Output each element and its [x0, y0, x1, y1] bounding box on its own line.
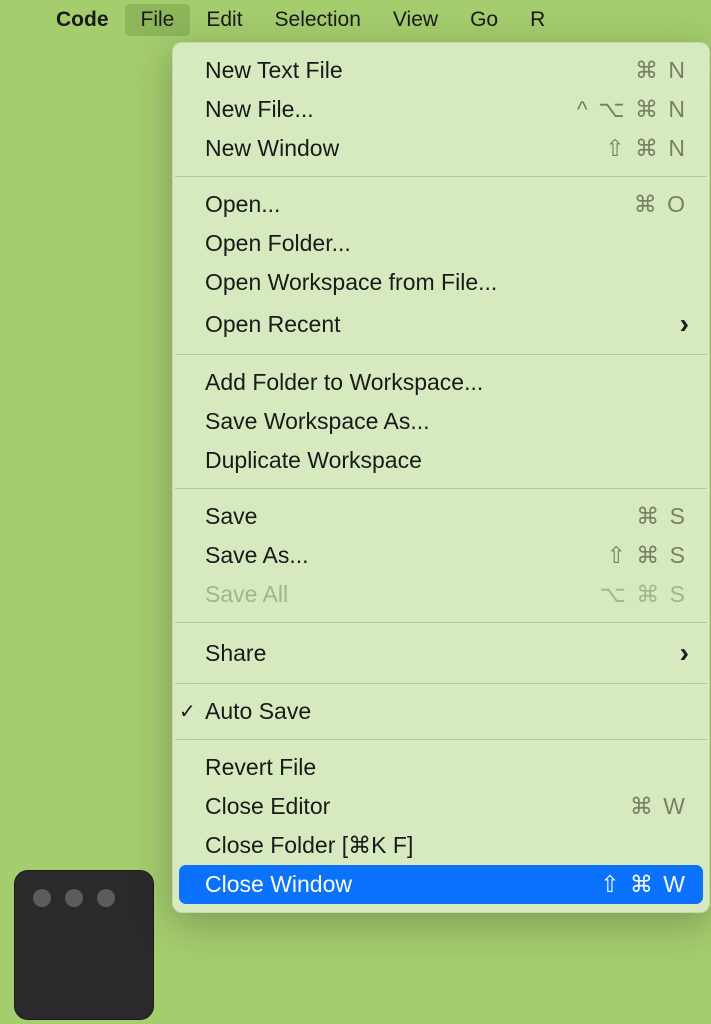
menu-new-file[interactable]: New File... ^ ⌥ ⌘ N: [173, 90, 709, 129]
menubar-item-edit[interactable]: Edit: [190, 4, 258, 36]
background-window: [14, 870, 154, 1020]
menu-separator: [175, 488, 707, 489]
menubar-item-code[interactable]: Code: [40, 4, 125, 36]
menu-save[interactable]: Save ⌘ S: [173, 497, 709, 536]
menubar-item-selection[interactable]: Selection: [259, 4, 377, 36]
traffic-close[interactable]: [33, 889, 51, 907]
menu-save-as[interactable]: Save As... ⇧ ⌘ S: [173, 536, 709, 575]
kbd: ⌥ ⌘ S: [599, 581, 687, 608]
menu-close-window[interactable]: Close Window ⇧ ⌘ W: [179, 865, 703, 904]
menu-separator: [175, 739, 707, 740]
chevron-right-icon: ›: [680, 308, 689, 340]
menu-new-window[interactable]: New Window ⇧ ⌘ N: [173, 129, 709, 168]
menu-open-folder[interactable]: Open Folder...: [173, 224, 709, 263]
menu-open[interactable]: Open... ⌘ O: [173, 185, 709, 224]
chevron-right-icon: ›: [680, 637, 689, 669]
menubar-item-go[interactable]: Go: [454, 4, 514, 36]
menu-close-editor[interactable]: Close Editor ⌘ W: [173, 787, 709, 826]
menubar-item-view[interactable]: View: [377, 4, 454, 36]
check-icon: ✓: [179, 699, 196, 724]
menu-add-folder-to-workspace[interactable]: Add Folder to Workspace...: [173, 363, 709, 402]
menu-save-all: Save All ⌥ ⌘ S: [173, 575, 709, 614]
menu-open-workspace-from-file[interactable]: Open Workspace from File...: [173, 263, 709, 302]
kbd: ⌘ W: [630, 793, 687, 820]
menu-separator: [175, 622, 707, 623]
traffic-zoom[interactable]: [97, 889, 115, 907]
menu-new-text-file[interactable]: New Text File ⌘ N: [173, 51, 709, 90]
menu-duplicate-workspace[interactable]: Duplicate Workspace: [173, 441, 709, 480]
kbd: ⌘ O: [634, 191, 687, 218]
kbd: ⇧ ⌘ W: [600, 871, 687, 898]
menu-close-folder[interactable]: Close Folder [⌘K F]: [173, 826, 709, 865]
traffic-minimize[interactable]: [65, 889, 83, 907]
menu-auto-save[interactable]: ✓ Auto Save: [173, 692, 709, 731]
menubar-item-run-partial[interactable]: R: [514, 4, 561, 36]
menu-share[interactable]: Share ›: [173, 631, 709, 675]
menu-save-workspace-as[interactable]: Save Workspace As...: [173, 402, 709, 441]
kbd: ⇧ ⌘ S: [607, 542, 687, 569]
kbd: ^ ⌥ ⌘ N: [577, 96, 687, 123]
menu-separator: [175, 683, 707, 684]
menu-open-recent[interactable]: Open Recent ›: [173, 302, 709, 346]
menubar-item-file[interactable]: File: [125, 4, 191, 36]
file-menu-dropdown: New Text File ⌘ N New File... ^ ⌥ ⌘ N Ne…: [172, 42, 710, 913]
menu-separator: [175, 354, 707, 355]
menu-revert-file[interactable]: Revert File: [173, 748, 709, 787]
menubar: Code File Edit Selection View Go R: [0, 0, 711, 38]
kbd: ⌘ S: [636, 503, 687, 530]
kbd: ⇧ ⌘ N: [605, 135, 687, 162]
menu-separator: [175, 176, 707, 177]
kbd: ⌘ N: [635, 57, 687, 84]
